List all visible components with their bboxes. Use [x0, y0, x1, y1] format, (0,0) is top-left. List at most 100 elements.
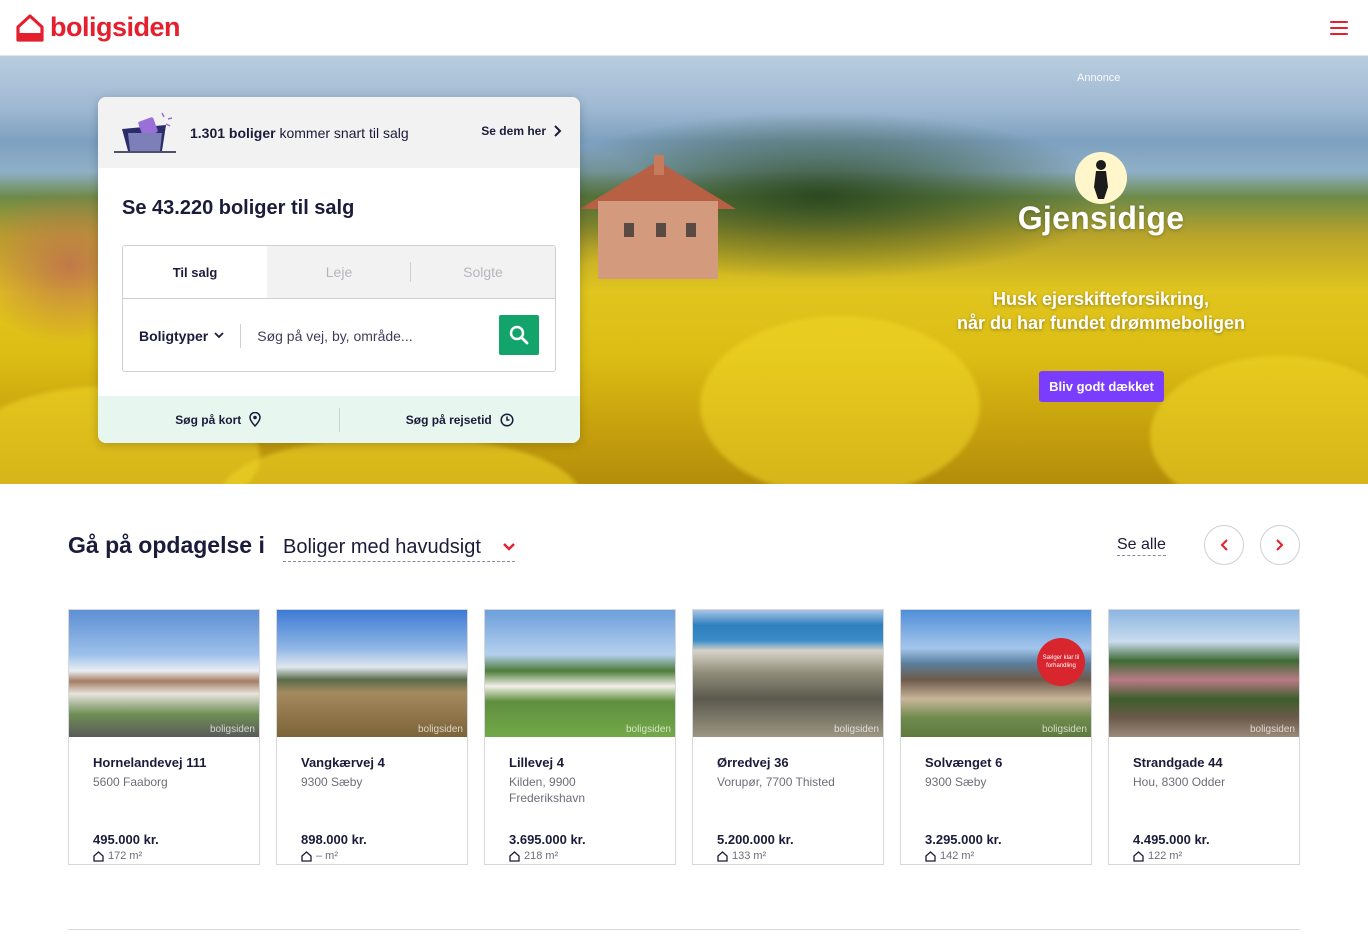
listing-street: Strandgade 44 [1133, 755, 1223, 770]
see-them-label: Se dem her [481, 124, 546, 138]
ad-message-line-2: når du har fundet drømmeboligen [956, 313, 1245, 333]
search-row: Boligtyper [123, 299, 555, 371]
house-size-icon [1133, 850, 1144, 862]
discover-category-dropdown[interactable]: Boliger med havudsigt [283, 533, 515, 562]
listing-card[interactable]: Sælger klar til forhandling boligsiden S… [900, 609, 1092, 865]
coming-soon-count: 1.301 boliger [190, 124, 276, 141]
search-by-travel-time-label: Søg på rejsetid [405, 412, 492, 427]
search-title: Se 43.220 boliger til salg [122, 197, 355, 219]
house-size-icon [301, 850, 312, 862]
house-logo-icon [16, 13, 44, 42]
ad-message-line-1: Husk ejerskifteforsikring, [992, 289, 1210, 309]
listing-price: 898.000 kr. [301, 832, 367, 847]
listing-card[interactable]: boligsiden Vangkærvej 4 9300 Sæby 898.00… [276, 609, 468, 865]
search-box: Til salg Leje Solgte Boligtyper [122, 245, 556, 372]
property-type-dropdown[interactable]: Boligtyper [139, 323, 242, 348]
listing-price: 4.495.000 kr. [1133, 832, 1210, 847]
listing-size-value: 142 m² [940, 850, 975, 862]
search-on-map-link[interactable]: Søg på kort [98, 407, 340, 432]
listing-watermark: boligsiden [625, 724, 671, 735]
listing-watermark: boligsiden [1041, 724, 1087, 735]
listing-card[interactable]: boligsiden Ørredvej 36 Vorupør, 7700 Thi… [692, 609, 884, 865]
listing-size: 172 m² [93, 850, 235, 862]
discover-title: Gå på opdagelse i [68, 532, 265, 558]
chevron-right-icon [1276, 539, 1284, 551]
search-on-map-label: Søg på kort [175, 412, 242, 427]
listing-card[interactable]: boligsiden Strandgade 44 Hou, 8300 Odder… [1108, 609, 1300, 865]
listing-card[interactable]: boligsiden Lillevej 4 Kilden, 9900 Frede… [484, 609, 676, 865]
listing-size: 218 m² [509, 850, 651, 862]
site-header: boligsiden [0, 0, 1368, 56]
listing-size-value: 133 m² [732, 850, 767, 862]
tab-solgte[interactable]: Solgte [411, 246, 555, 298]
section-divider [68, 929, 1300, 930]
house-size-icon [717, 850, 728, 862]
carousel-next-button[interactable] [1260, 525, 1300, 565]
chevron-left-icon [1220, 539, 1228, 551]
listing-street: Solvænget 6 [925, 755, 1003, 770]
search-button[interactable] [499, 315, 539, 355]
ad-label: Annonce [1077, 72, 1121, 84]
discover-category-value: Boliger med havudsigt [283, 535, 481, 558]
gjensidige-logo-icon[interactable] [1075, 152, 1127, 204]
listing-watermark: boligsiden [833, 724, 879, 735]
search-input[interactable] [241, 327, 472, 344]
site-logo[interactable]: boligsiden [16, 12, 181, 43]
listing-size: 133 m² [717, 850, 859, 862]
listing-size: 142 m² [925, 850, 1067, 862]
clock-icon [500, 412, 514, 427]
listing-size-value: 172 m² [108, 850, 143, 862]
listing-price: 495.000 kr. [93, 832, 159, 847]
listing-city: Hou, 8300 Odder [1133, 775, 1226, 789]
tab-leje[interactable]: Leje [267, 246, 411, 298]
listing-photo: boligsiden [277, 610, 467, 737]
tab-til-salg[interactable]: Til salg [123, 246, 267, 298]
see-them-link[interactable]: Se dem her [481, 124, 562, 138]
logo-text: boligsiden [50, 12, 181, 42]
listing-watermark: boligsiden [1249, 724, 1295, 735]
house-size-icon [93, 850, 104, 862]
listing-city: Vorupør, 7700 Thisted [717, 775, 835, 789]
listing-size: 122 m² [1133, 850, 1275, 862]
see-all-link[interactable]: Se alle [1117, 536, 1166, 556]
coming-soon-banner[interactable]: 1.301 boliger kommer snart til salg Se d… [98, 97, 580, 168]
listing-photo: Sælger klar til forhandling boligsiden [901, 610, 1091, 737]
hamburger-menu-icon[interactable] [1326, 15, 1352, 41]
search-by-travel-time-link[interactable]: Søg på rejsetid [340, 408, 581, 432]
listing-type-tabs: Til salg Leje Solgte [123, 246, 555, 299]
listing-city: 9300 Sæby [301, 775, 363, 789]
coming-soon-icon [114, 111, 176, 155]
search-alternatives-bar: Søg på kort Søg på rejsetid [98, 396, 580, 443]
search-card: 1.301 boliger kommer snart til salg Se d… [98, 97, 580, 443]
listing-price: 3.295.000 kr. [925, 832, 1002, 847]
listing-city: Kilden, 9900 Frederikshavn [509, 775, 586, 805]
search-icon [509, 325, 529, 345]
carousel-prev-button[interactable] [1204, 525, 1244, 565]
hero-house-illustration [580, 155, 736, 279]
listing-price: 5.200.000 kr. [717, 832, 794, 847]
listing-street: Hornelandevej 111 [93, 755, 207, 770]
listing-price: 3.695.000 kr. [509, 832, 586, 847]
listing-street: Lillevej 4 [509, 755, 564, 770]
listing-photo: boligsiden [485, 610, 675, 737]
listing-city: 5600 Faaborg [93, 775, 168, 789]
listing-photo: boligsiden [1109, 610, 1299, 737]
listing-photo: boligsiden [69, 610, 259, 737]
listing-city: 9300 Sæby [925, 775, 987, 789]
listing-street: Ørredvej 36 [717, 755, 789, 770]
chevron-down-icon [503, 543, 515, 551]
listing-card[interactable]: boligsiden Hornelandevej 111 5600 Faabor… [68, 609, 260, 865]
chevron-down-icon [214, 332, 224, 339]
coming-soon-suffix: kommer snart til salg [275, 124, 409, 141]
map-pin-icon [249, 412, 262, 427]
ad-cta-button[interactable]: Bliv godt dækket [1039, 371, 1164, 402]
property-type-label: Boligtyper [139, 327, 209, 344]
listing-size: – m² [301, 850, 443, 862]
coming-soon-text: 1.301 boliger kommer snart til salg [190, 125, 409, 141]
listing-photo: boligsiden [693, 610, 883, 737]
listing-size-value: 122 m² [1148, 850, 1183, 862]
house-size-icon [925, 850, 936, 862]
negotiation-badge: Sælger klar til forhandling [1037, 638, 1085, 686]
ad-brand-name[interactable]: Gjensidige [1000, 200, 1202, 237]
listing-size-value: 218 m² [524, 850, 559, 862]
